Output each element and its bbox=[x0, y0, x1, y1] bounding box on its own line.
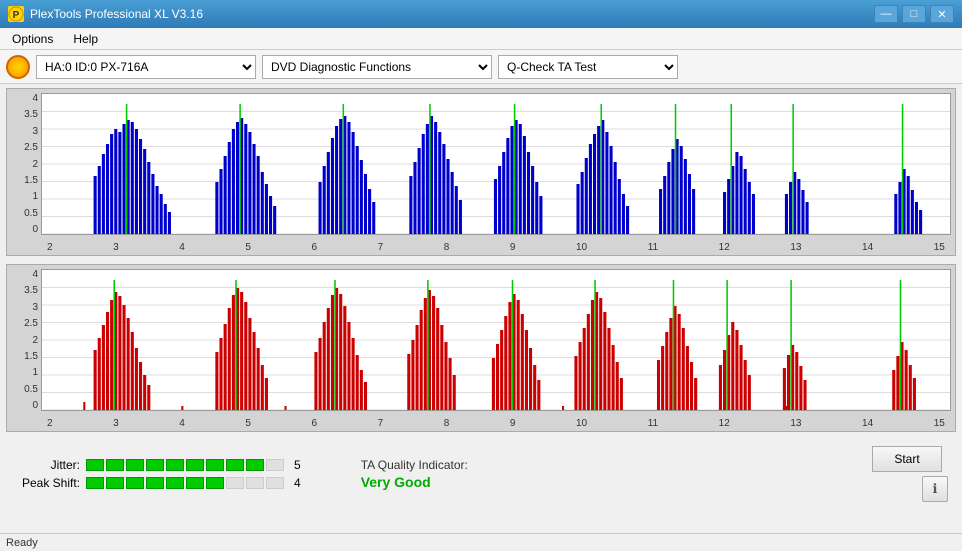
plextools-logo-icon bbox=[6, 55, 30, 79]
ps-seg-8 bbox=[226, 477, 244, 489]
ps-seg-2 bbox=[106, 477, 124, 489]
ps-seg-4 bbox=[146, 477, 164, 489]
quality-indicator-label: TA Quality Indicator: bbox=[361, 458, 468, 472]
window-title: PlexTools Professional XL V3.16 bbox=[30, 7, 203, 21]
jitter-label: Jitter: bbox=[10, 458, 80, 472]
jitter-row: Jitter: 5 bbox=[10, 458, 301, 472]
svg-text:P: P bbox=[13, 10, 20, 21]
close-button[interactable]: ✕ bbox=[930, 5, 954, 23]
bottom-chart-x-axis: 2 3 4 5 6 7 8 9 10 11 12 13 14 15 bbox=[41, 418, 951, 429]
metrics-section: Jitter: 5 Peak Shift: bbox=[10, 458, 301, 490]
jitter-seg-2 bbox=[106, 459, 124, 471]
peakshift-row: Peak Shift: 4 bbox=[10, 476, 301, 490]
ps-seg-5 bbox=[166, 477, 184, 489]
window-controls: — □ ✕ bbox=[874, 5, 954, 23]
quality-indicator-value: Very Good bbox=[361, 474, 431, 490]
function-select[interactable]: DVD Diagnostic Functions bbox=[262, 55, 492, 79]
status-text: Ready bbox=[6, 537, 38, 549]
jitter-seg-5 bbox=[166, 459, 184, 471]
device-select[interactable]: HA:0 ID:0 PX-716A bbox=[36, 55, 256, 79]
top-chart-x-axis: 2 3 4 5 6 7 8 9 10 11 12 13 14 15 bbox=[41, 242, 951, 253]
menu-bar: Options Help bbox=[0, 28, 962, 50]
jitter-seg-10 bbox=[266, 459, 284, 471]
ps-seg-1 bbox=[86, 477, 104, 489]
menu-options[interactable]: Options bbox=[4, 30, 61, 48]
jitter-value: 5 bbox=[294, 458, 301, 472]
bottom-chart: 4 3.5 3 2.5 2 1.5 1 0.5 0 bbox=[6, 264, 956, 432]
quality-section: TA Quality Indicator: Very Good bbox=[361, 458, 468, 490]
ps-seg-10 bbox=[266, 477, 284, 489]
ps-seg-3 bbox=[126, 477, 144, 489]
ps-seg-6 bbox=[186, 477, 204, 489]
bottom-chart-area bbox=[41, 269, 951, 411]
top-chart-area bbox=[41, 93, 951, 235]
maximize-button[interactable]: □ bbox=[902, 5, 926, 23]
jitter-seg-8 bbox=[226, 459, 244, 471]
top-chart-y-axis: 4 3.5 3 2.5 2 1.5 1 0.5 0 bbox=[7, 93, 41, 235]
title-bar-left: P PlexTools Professional XL V3.16 bbox=[8, 6, 203, 22]
toolbar: HA:0 ID:0 PX-716A DVD Diagnostic Functio… bbox=[0, 50, 962, 84]
jitter-seg-3 bbox=[126, 459, 144, 471]
jitter-seg-6 bbox=[186, 459, 204, 471]
jitter-meter bbox=[86, 459, 284, 471]
info-button[interactable]: ℹ bbox=[922, 476, 948, 502]
jitter-seg-1 bbox=[86, 459, 104, 471]
ps-seg-9 bbox=[246, 477, 264, 489]
start-button[interactable]: Start bbox=[872, 446, 942, 472]
bottom-chart-y-axis: 4 3.5 3 2.5 2 1.5 1 0.5 0 bbox=[7, 269, 41, 411]
top-chart-wrapper: 4 3.5 3 2.5 2 1.5 1 0.5 0 bbox=[0, 84, 962, 262]
bottom-panel: Jitter: 5 Peak Shift: bbox=[0, 440, 962, 508]
jitter-seg-4 bbox=[146, 459, 164, 471]
bottom-chart-wrapper: 4 3.5 3 2.5 2 1.5 1 0.5 0 bbox=[0, 262, 962, 440]
title-bar: P PlexTools Professional XL V3.16 — □ ✕ bbox=[0, 0, 962, 28]
jitter-seg-9 bbox=[246, 459, 264, 471]
peakshift-meter bbox=[86, 477, 284, 489]
action-buttons: Start ℹ bbox=[872, 446, 948, 502]
jitter-seg-7 bbox=[206, 459, 224, 471]
minimize-button[interactable]: — bbox=[874, 5, 898, 23]
mode-select[interactable]: Q-Check TA Test bbox=[498, 55, 678, 79]
menu-help[interactable]: Help bbox=[65, 30, 106, 48]
app-icon: P bbox=[8, 6, 24, 22]
peakshift-label: Peak Shift: bbox=[10, 476, 80, 490]
peakshift-value: 4 bbox=[294, 476, 301, 490]
ps-seg-7 bbox=[206, 477, 224, 489]
status-bar: Ready bbox=[0, 533, 962, 551]
top-chart: 4 3.5 3 2.5 2 1.5 1 0.5 0 bbox=[6, 88, 956, 256]
